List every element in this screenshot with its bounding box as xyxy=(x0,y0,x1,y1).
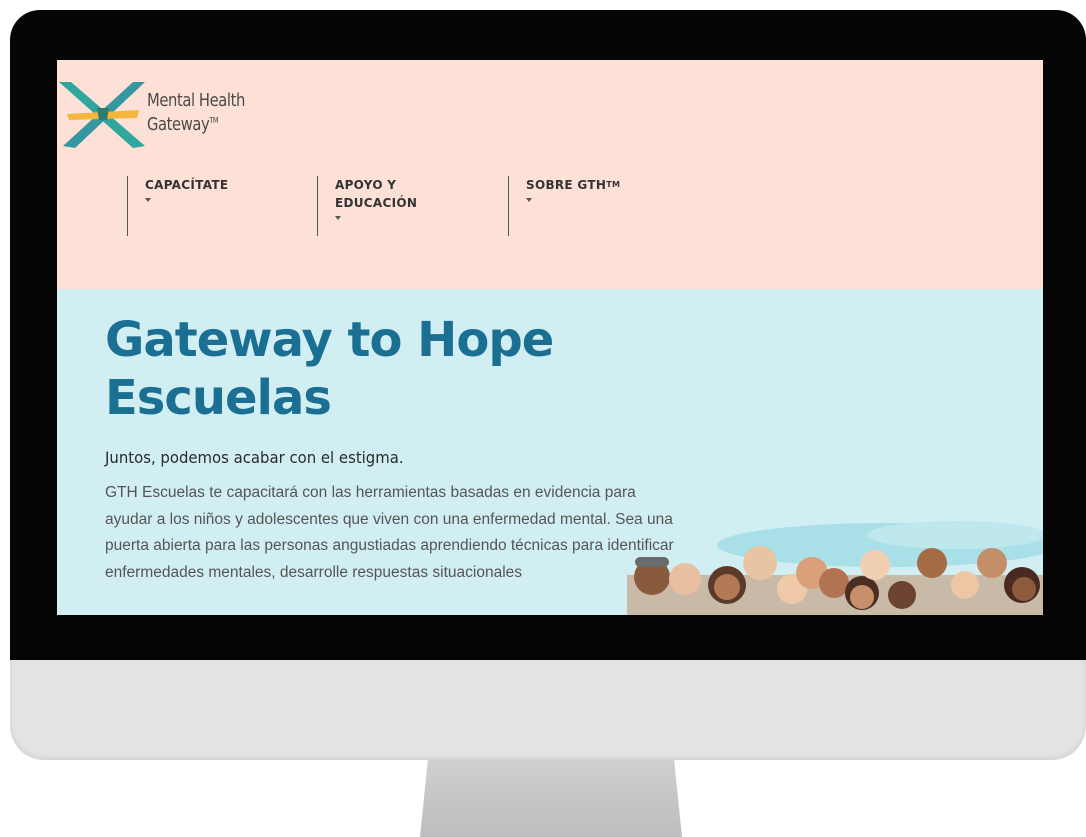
nav-apoyo-educacion[interactable]: APOYO Y EDUCACIÓN xyxy=(317,176,417,236)
logo-x-icon xyxy=(59,82,145,148)
nav-label: APOYO Y EDUCACIÓN xyxy=(335,178,418,210)
monitor-stand xyxy=(420,760,682,837)
nav-sobre-gth[interactable]: SOBRE GTHTM xyxy=(508,176,620,236)
screen: Mental Health GatewayTM CAPACÍTATE APOYO… xyxy=(57,60,1043,615)
group-people-photo xyxy=(627,521,1043,615)
hero-title: Gateway to Hope Escuelas xyxy=(105,311,665,427)
caret-down-icon xyxy=(335,216,341,220)
monitor-chin xyxy=(10,660,1086,760)
logo-text-line1: Mental Health xyxy=(147,90,245,111)
nav-capacitate[interactable]: CAPACÍTATE xyxy=(127,176,228,236)
hero-tagline: Juntos, podemos acabar con el estigma. xyxy=(105,448,404,467)
hero-title-line1: Gateway to Hope xyxy=(105,312,554,368)
nav-label: CAPACÍTATE xyxy=(145,178,229,192)
caret-down-icon xyxy=(145,198,151,202)
caret-down-icon xyxy=(526,198,532,202)
site-header: Mental Health GatewayTM CAPACÍTATE APOYO… xyxy=(57,60,1043,289)
hero-body: GTH Escuelas te capacitará con las herra… xyxy=(105,484,674,581)
logo-text-line2: GatewayTM xyxy=(147,114,219,135)
hero-title-line2: Escuelas xyxy=(105,370,332,426)
nav-label: SOBRE GTHTM xyxy=(526,178,621,192)
site-logo[interactable]: Mental Health GatewayTM xyxy=(57,80,257,150)
